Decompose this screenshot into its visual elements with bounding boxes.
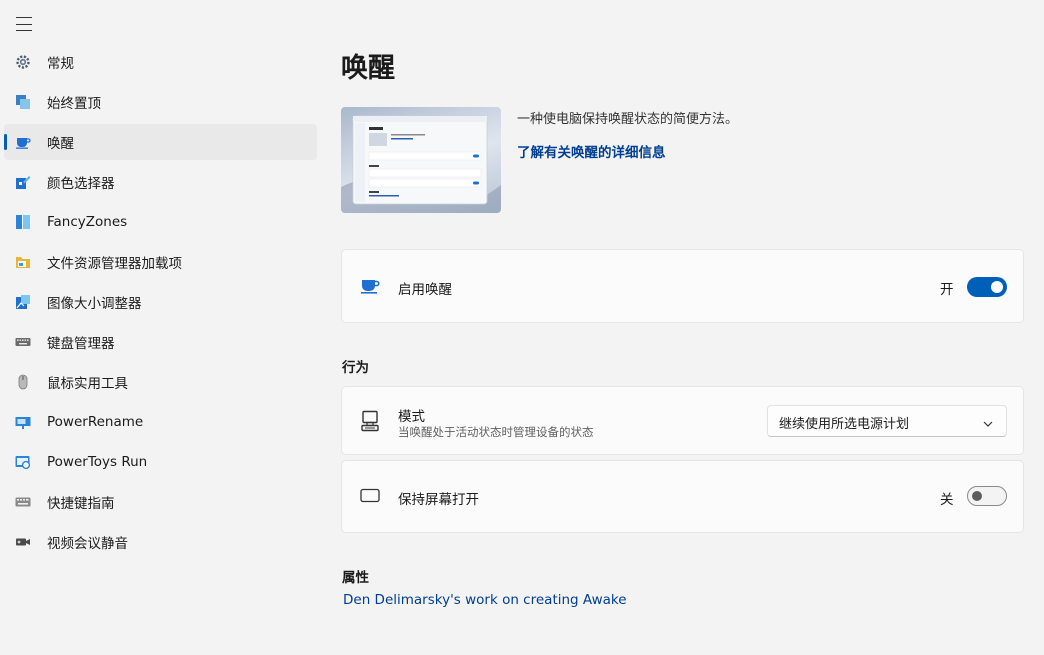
camera-icon (15, 534, 31, 550)
sidebar-item-label: 唤醒 (47, 136, 74, 152)
sidebar-item-always-on-top[interactable]: 始终置顶 (4, 84, 317, 120)
gear-icon (15, 54, 31, 70)
sidebar-item-awake[interactable]: 唤醒 (4, 124, 317, 160)
sidebar-item-label: PowerToys Run (47, 454, 148, 470)
enable-awake-toggle[interactable] (967, 277, 1007, 297)
sidebar-item-label: 图像大小调整器 (47, 296, 142, 312)
mode-label: 模式 (398, 409, 425, 425)
sidebar-item-label: 键盘管理器 (47, 336, 115, 352)
sidebar-item-shortcut-guide[interactable]: 快捷键指南 (4, 484, 317, 520)
chevron-down-icon (982, 415, 994, 427)
keep-screen-on-state: 关 (940, 492, 954, 508)
sidebar-item-label: 常规 (47, 56, 74, 72)
sidebar-item-label: 文件资源管理器加载项 (47, 256, 182, 272)
keep-screen-on-card: 保持屏幕打开 关 (341, 460, 1024, 533)
sidebar-item-label: 视频会议静音 (47, 536, 128, 552)
coffee-cup-icon (360, 276, 380, 296)
behavior-section-title: 行为 (342, 360, 369, 376)
sidebar-item-video-conference-mute[interactable]: 视频会议静音 (4, 524, 317, 560)
mouse-icon (15, 374, 31, 390)
mode-dropdown[interactable]: 继续使用所选电源计划 (767, 405, 1007, 437)
awake-preview-image (341, 107, 501, 213)
folder-icon (15, 254, 31, 270)
always-on-top-icon (15, 94, 31, 110)
sidebar-item-color-picker[interactable]: 颜色选择器 (4, 164, 317, 200)
sidebar-item-keyboard-manager[interactable]: 键盘管理器 (4, 324, 317, 360)
computer-icon (360, 410, 380, 432)
power-rename-icon (15, 414, 31, 430)
powertoys-run-icon (15, 454, 31, 470)
sidebar-item-label: 快捷键指南 (47, 496, 115, 512)
learn-more-link[interactable]: 了解有关唤醒的详细信息 (517, 141, 666, 161)
attribution-link[interactable]: Den Delimarsky's work on creating Awake (343, 592, 627, 608)
sidebar-item-label: 颜色选择器 (47, 176, 115, 192)
fancyzones-icon (15, 214, 31, 230)
sidebar-item-label: 鼠标实用工具 (47, 376, 128, 392)
sidebar-item-label: PowerRename (47, 414, 144, 430)
attribution-section-title: 属性 (342, 570, 369, 586)
enable-awake-state: 开 (940, 282, 954, 298)
mode-dropdown-value: 继续使用所选电源计划 (779, 417, 910, 432)
sidebar-item-label: FancyZones (47, 214, 128, 230)
keyboard-icon (15, 334, 31, 350)
module-description: 一种使电脑保持唤醒状态的简便方法。 (517, 112, 739, 127)
mode-description: 当唤醒处于活动状态时管理设备的状态 (398, 425, 594, 439)
sidebar-item-image-resizer[interactable]: 图像大小调整器 (4, 284, 317, 320)
page-title: 唤醒 (341, 53, 395, 84)
image-resizer-icon (15, 294, 31, 310)
sidebar-item-powertoys-run[interactable]: PowerToys Run (4, 444, 317, 480)
menu-hamburger-icon[interactable] (16, 17, 32, 31)
sidebar-item-file-explorer-addons[interactable]: 文件资源管理器加载项 (4, 244, 317, 280)
coffee-cup-icon (15, 134, 31, 150)
enable-awake-card: 启用唤醒 开 (341, 249, 1024, 323)
color-picker-icon (15, 174, 31, 190)
screen-icon (360, 486, 380, 506)
sidebar-item-label: 始终置顶 (47, 96, 101, 112)
sidebar-item-fancyzones[interactable]: FancyZones (4, 204, 317, 240)
sidebar-item-powerrename[interactable]: PowerRename (4, 404, 317, 440)
sidebar-item-general[interactable]: 常规 (4, 44, 317, 80)
sidebar-item-mouse-utilities[interactable]: 鼠标实用工具 (4, 364, 317, 400)
mode-card: 模式 当唤醒处于活动状态时管理设备的状态 继续使用所选电源计划 (341, 386, 1024, 455)
sidebar-nav: 常规 始终置顶 唤醒 颜色选择器 FancyZones 文件资源管理器加载项 图… (4, 44, 317, 564)
enable-awake-label: 启用唤醒 (398, 282, 452, 298)
shortcut-guide-icon (15, 494, 31, 510)
keep-screen-on-label: 保持屏幕打开 (398, 492, 479, 508)
keep-screen-on-toggle[interactable] (967, 486, 1007, 506)
